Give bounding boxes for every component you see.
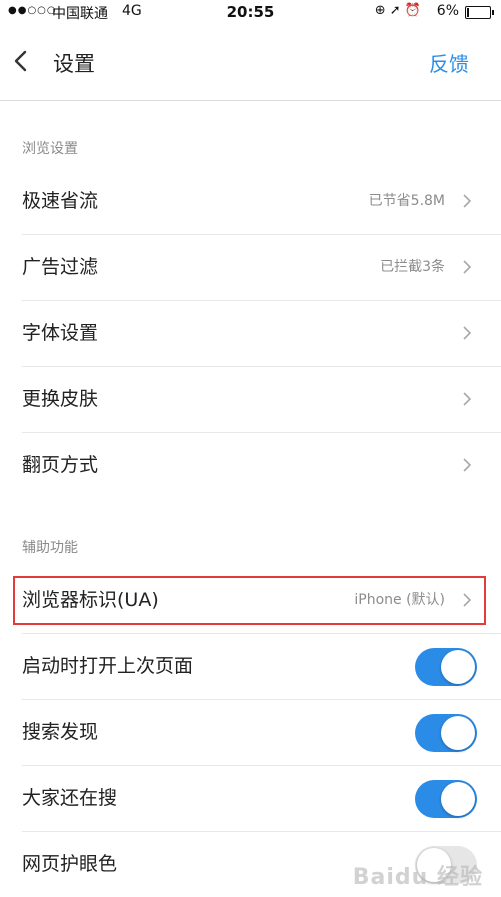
setting-row-data-saver[interactable]: 极速省流 已节省5.8M: [0, 168, 501, 234]
battery-icon: [465, 6, 494, 19]
setting-label: 启动时打开上次页面: [22, 655, 194, 677]
chevron-right-icon: [463, 326, 471, 340]
section-title-browse-settings: 浏览设置: [22, 141, 78, 157]
toggle-knob: [441, 782, 475, 816]
back-chevron-icon[interactable]: [10, 46, 32, 76]
setting-value: 已拦截3条: [380, 259, 445, 275]
toggle-switch[interactable]: [415, 714, 477, 752]
chevron-right-icon: [463, 458, 471, 472]
navigation-bar: 设置 反馈: [0, 24, 501, 101]
toggle-switch[interactable]: [415, 780, 477, 818]
setting-row-page-turn[interactable]: 翻页方式: [0, 432, 501, 498]
status-bar: ●●○○○ 中国联通 4G 20:55 ⊕ ➚ ⏰ 6%: [0, 0, 501, 24]
section-title-accessibility: 辅助功能: [22, 540, 78, 556]
setting-row-trending-searches[interactable]: 大家还在搜: [0, 765, 501, 831]
setting-label: 极速省流: [22, 190, 99, 212]
feedback-button[interactable]: 反馈: [429, 48, 469, 77]
setting-row-search-discovery[interactable]: 搜索发现: [0, 699, 501, 765]
chevron-right-icon: [463, 194, 471, 208]
setting-label: 网页护眼色: [22, 853, 118, 875]
setting-row-skin[interactable]: 更换皮肤: [0, 366, 501, 432]
setting-label: 翻页方式: [22, 454, 99, 476]
clock: 20:55: [226, 3, 275, 21]
setting-label: 搜索发现: [22, 721, 99, 743]
baidu-watermark: Baidu 经验: [352, 865, 483, 890]
toggle-knob: [441, 650, 475, 684]
toggle-switch[interactable]: [415, 648, 477, 686]
setting-row-font[interactable]: 字体设置: [0, 300, 501, 366]
toggle-knob: [441, 716, 475, 750]
battery-percent: 6%: [436, 3, 459, 19]
highlight-annotation-box: [13, 576, 486, 625]
setting-row-ad-filter[interactable]: 广告过滤 已拦截3条: [0, 234, 501, 300]
setting-label: 大家还在搜: [22, 787, 118, 809]
setting-value: 已节省5.8M: [368, 193, 445, 209]
status-icons: ⊕ ➚ ⏰: [374, 3, 421, 18]
setting-label: 更换皮肤: [22, 388, 99, 410]
chevron-right-icon: [463, 260, 471, 274]
setting-row-restore-last-page[interactable]: 启动时打开上次页面: [0, 633, 501, 699]
setting-label: 广告过滤: [22, 256, 99, 278]
setting-label: 字体设置: [22, 322, 99, 344]
chevron-right-icon: [463, 392, 471, 406]
page-title: 设置: [53, 52, 95, 76]
